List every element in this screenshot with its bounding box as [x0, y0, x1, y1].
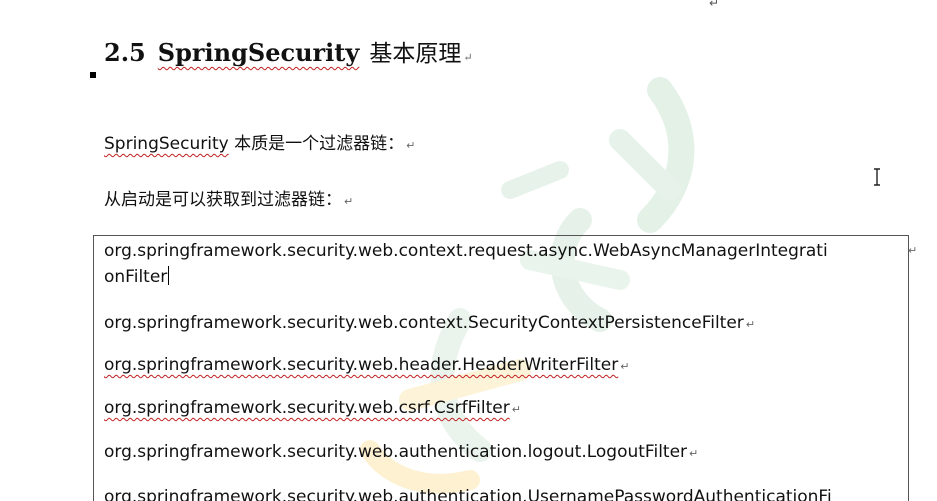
paragraph-mark: ↵: [463, 51, 473, 64]
heading-bullet-icon: [90, 72, 96, 78]
filter-text: org.springframework.security.web.context…: [104, 241, 828, 261]
paragraph-intro-text: 本质是一个过滤器链：: [228, 134, 405, 154]
filter-text: org.springframework.security.web.authent…: [104, 487, 832, 501]
filter-line[interactable]: org.springframework.security.web.authent…: [104, 439, 698, 467]
filter-line[interactable]: org.springframework.security.web.authent…: [104, 484, 832, 501]
paragraph-startup-text: 从启动是可以获取到过滤器链：: [104, 190, 342, 210]
paragraph-mark: ↵: [406, 139, 416, 152]
filter-line-continuation[interactable]: onFilter: [104, 264, 170, 290]
filter-line[interactable]: org.springframework.security.web.header.…: [104, 352, 629, 380]
section-number: 2.5: [104, 38, 146, 67]
filter-line[interactable]: org.springframework.security.web.context…: [104, 310, 755, 338]
filter-text: org.springframework.security.web.context…: [104, 313, 744, 333]
paragraph-mark: ↵: [689, 447, 699, 460]
heading-title: 基本原理: [369, 41, 462, 67]
filter-line[interactable]: org.springframework.security.web.csrf.Cs…: [104, 395, 521, 423]
document-page: ↵ 2.5 SpringSecurity 基本原理 ↵ SpringSecurity …: [0, 0, 937, 501]
paragraph-mark: ↵: [745, 318, 756, 331]
paragraph-mark: ↵: [344, 195, 354, 208]
text-cursor-icon: [874, 168, 880, 186]
filter-text: org.springframework.security.web.csrf.Cs…: [104, 398, 510, 418]
filter-text: org.springframework.security.web.authent…: [104, 442, 688, 462]
paragraph-product-name: SpringSecurity: [104, 134, 229, 154]
filter-text: org.springframework.security.web.header.…: [104, 355, 619, 375]
paragraph-mark: ↵: [709, 0, 720, 10]
filter-line[interactable]: org.springframework.security.web.context…: [104, 238, 828, 264]
paragraph-intro[interactable]: SpringSecurity 本质是一个过滤器链： ↵: [104, 132, 415, 158]
paragraph-mark: ↵: [620, 360, 630, 373]
heading-product-name: SpringSecurity: [157, 38, 360, 67]
text-caret: [168, 266, 170, 285]
paragraph-mark: ↵: [511, 403, 521, 416]
paragraph-mark: ↵: [908, 244, 918, 257]
filter-text: onFilter: [104, 267, 168, 287]
paragraph-startup[interactable]: 从启动是可以获取到过滤器链： ↵: [104, 188, 353, 214]
section-heading[interactable]: 2.5 SpringSecurity 基本原理 ↵: [104, 38, 473, 73]
